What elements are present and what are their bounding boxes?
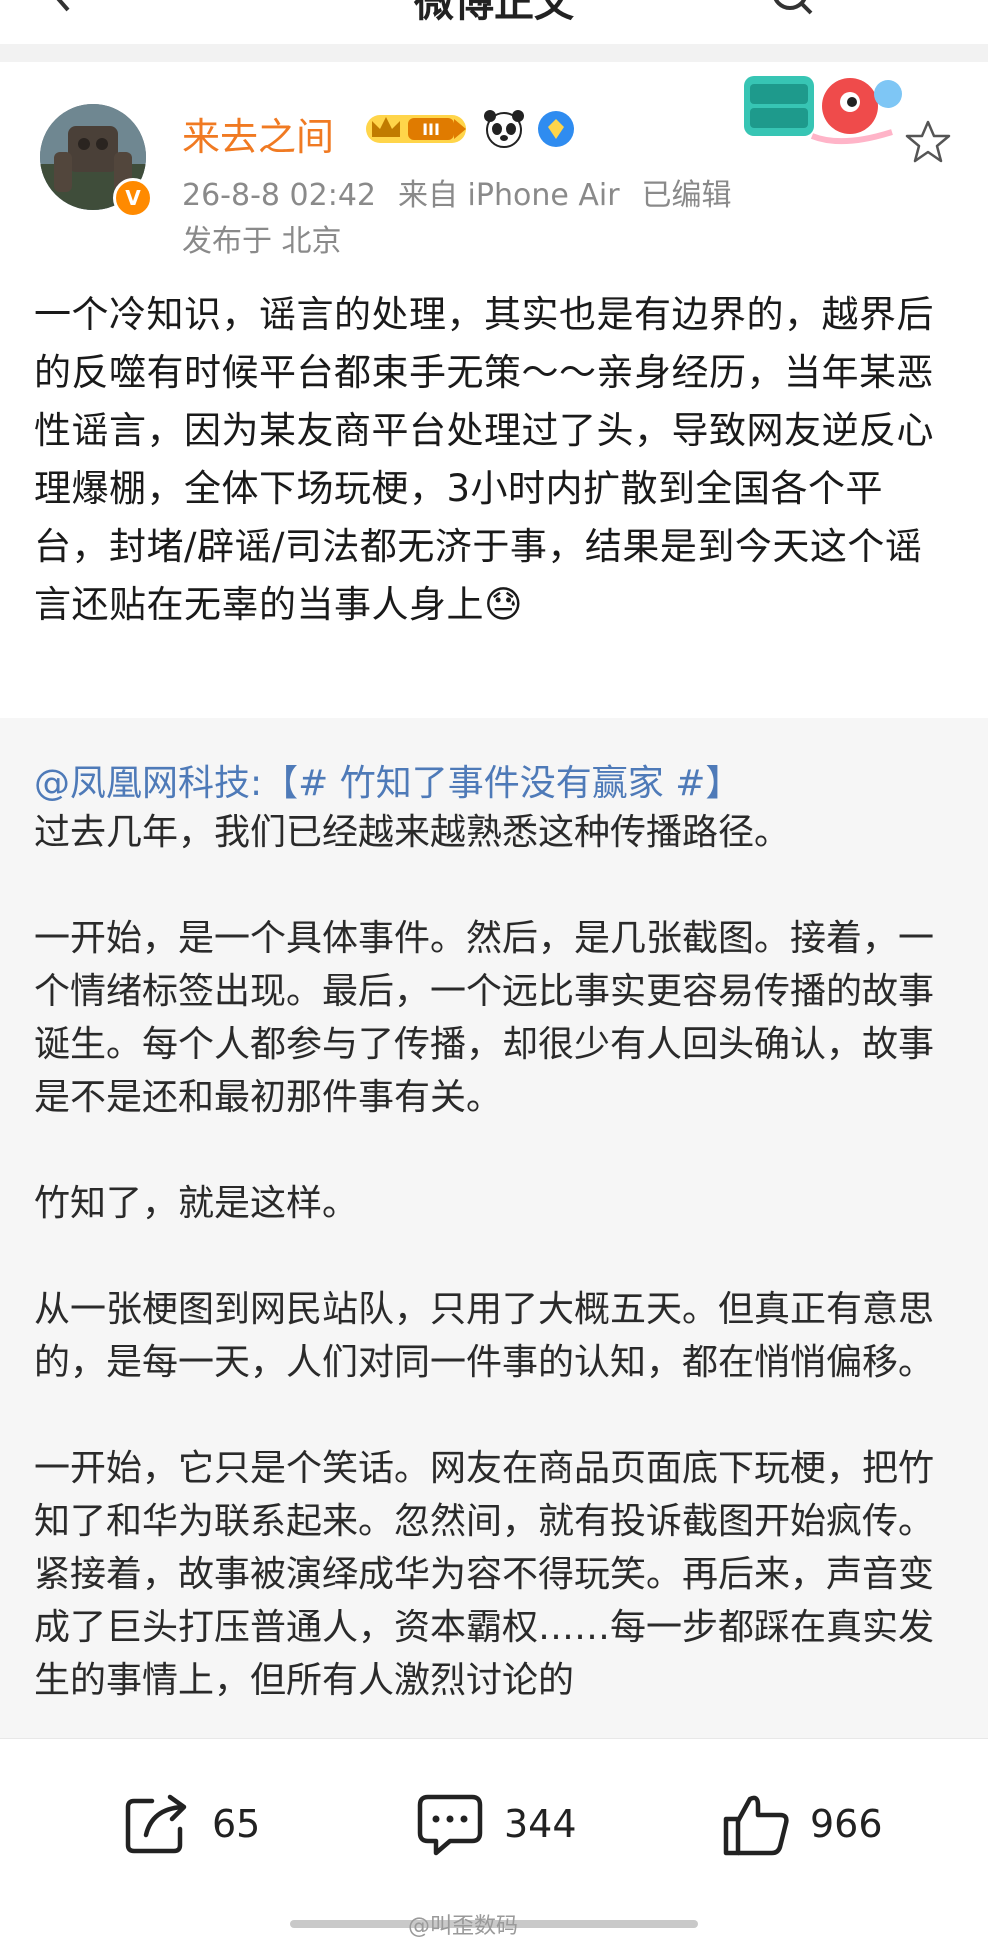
favorite-star-icon[interactable]: [904, 118, 952, 166]
post-location: 发布于 北京: [182, 224, 342, 259]
repost-paragraph: 过去几年，我们已经越来越熟悉这种传播路径。: [34, 812, 791, 853]
share-button[interactable]: 65: [122, 1791, 260, 1857]
author-name[interactable]: 来去之间: [182, 106, 334, 161]
post-body-text: 一个冷知识，谣言的处理，其实也是有边界的，越界后的反噬有时候平台都束手无策～～亲…: [34, 293, 934, 626]
comment-count: 344: [504, 1802, 577, 1846]
repost-source-user-link[interactable]: @凤凰网科技: [34, 763, 250, 804]
search-icon[interactable]: [770, 0, 814, 16]
panda-badge-icon[interactable]: [482, 108, 526, 150]
section-divider: [0, 44, 988, 62]
repost-body: 过去几年，我们已经越来越熟悉这种传播路径。 一开始，是一个具体事件。然后，是几张…: [34, 806, 954, 1738]
repost-paragraph: 一开始，它只是个笑话。网友在商品页面底下玩梗，把竹知了和华为联系起来。忽然间，就…: [34, 1448, 935, 1701]
top-nav-bar: 微博正文: [0, 0, 988, 44]
repost-paragraph: 竹知了，就是这样。: [34, 1183, 359, 1224]
repost-paragraph: 一开始，是一个具体事件。然后，是几张截图。接着，一个情绪标签出现。最后，一个远比…: [34, 918, 935, 1118]
member-crown-badge-icon[interactable]: III: [362, 109, 472, 149]
repost-topic-link[interactable]: :【# 竹知了事件没有赢家 #】: [250, 763, 741, 804]
action-bar: 65 344 966: [0, 1738, 988, 1909]
repost-card[interactable]: @凤凰网科技:【# 竹知了事件没有赢家 #】 过去几年，我们已经越来越熟悉这种传…: [0, 718, 988, 1738]
verified-v-badge-icon: V: [113, 178, 153, 218]
page-title: 微博正文: [414, 0, 574, 26]
share-icon: [125, 1794, 187, 1854]
thumbs-up-icon: [723, 1795, 789, 1856]
like-button[interactable]: 966: [720, 1791, 883, 1857]
share-count: 65: [212, 1802, 261, 1846]
verified-shield-badge-icon[interactable]: [536, 109, 576, 149]
post-edited-label[interactable]: 已编辑: [642, 178, 732, 213]
post-meta: 26-8-8 02:42 来自 iPhone Air 已编辑: [182, 170, 754, 214]
post-time: 26-8-8 02:42: [182, 178, 376, 213]
like-count: 966: [810, 1802, 883, 1846]
repost-header: @凤凰网科技:【# 竹知了事件没有赢家 #】: [34, 754, 741, 806]
comment-icon: [417, 1794, 483, 1856]
author-badges: III: [362, 106, 576, 152]
level-badge-text: III: [422, 120, 440, 139]
comment-button[interactable]: 344: [414, 1791, 577, 1857]
repost-paragraph: 从一张梗图到网民站队，只用了大概五天。但真正有意思的，是每一天，人们对同一件事的…: [34, 1289, 935, 1383]
post-source: 来自 iPhone Air: [398, 178, 620, 213]
national-day-promo-sticker-icon[interactable]: [742, 66, 910, 152]
watermark-text: @叫歪数码: [408, 1914, 519, 1939]
